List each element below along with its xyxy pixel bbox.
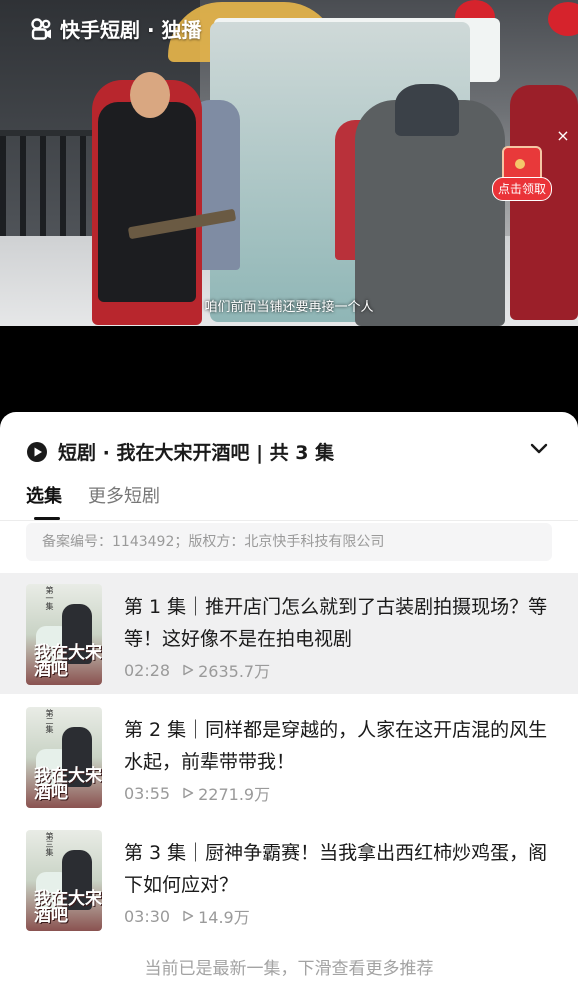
episode-title: 第 3 集｜厨神争霸赛！当我拿出西红柿炒鸡蛋，阁下如何应对？ [124,842,548,896]
episode-views: 2271.9万 [182,781,270,805]
episode-view-count: 14.9万 [198,908,250,927]
episode-item-3[interactable]: 第三集 我在大宋酒吧 第 3 集｜厨神争霸赛！当我拿出西红柿炒鸡蛋，阁下如何应对… [0,819,578,940]
episode-view-count: 2271.9万 [198,785,271,804]
episode-item-2[interactable]: 第二集 我在大宋酒吧 第 2 集｜同样都是穿越的，人家在这开店混的风生水起，前辈… [0,696,578,817]
episode-title: 第 1 集｜推开店门怎么就到了古装剧拍摄现场？等等！这好像不是在拍电视剧 [124,596,548,650]
episode-thumbnail: 第一集 我在大宋酒吧 [26,584,102,685]
end-of-list-tip: 当前已是最新一集，下滑查看更多推荐 [144,959,434,979]
app-logo-text: 快手短剧 · 独播 [60,18,202,42]
episode-meta: 03:55 2271.9万 [124,781,270,805]
video-figure [355,84,505,326]
play-count-icon [183,910,194,922]
tab-divider [0,520,578,521]
episode-thumbnail: 第二集 我在大宋酒吧 [26,707,102,808]
episode-item-1[interactable]: 第一集 我在大宋酒吧 第 1 集｜推开店门怎么就到了古装剧拍摄现场？等等！这好像… [0,573,578,694]
episode-duration: 02:28 [124,660,171,680]
video-player[interactable]: 快手短剧 · 独播 咱们前面当铺还要再接一个人 × 点击领取 [0,0,578,326]
series-title: 短剧 · 我在大宋开酒吧 | 共 3 集 [58,442,335,464]
copyright-notice: 备案编号：1143492；版权方：北京快手科技有限公司 [26,523,552,561]
sheet-header: 短剧 · 我在大宋开酒吧 | 共 3 集 [26,438,334,465]
thumbnail-title: 我在大宋酒吧 [34,643,102,680]
thumbnail-badge: 第一集 [45,586,54,610]
thumbnail-badge: 第二集 [45,709,54,733]
episode-sheet: 短剧 · 我在大宋开酒吧 | 共 3 集 选集 更多短剧 备案编号：114349… [0,412,578,982]
episode-view-count: 2635.7万 [198,662,271,681]
episode-duration: 03:30 [124,906,171,926]
play-count-icon [183,787,194,799]
lantern-decoration [548,2,578,36]
play-count-icon [183,664,194,676]
thumbnail-title: 我在大宋酒吧 [34,889,102,926]
thumbnail-badge: 第三集 [45,832,54,856]
episode-meta: 03:30 14.9万 [124,904,250,928]
app-logo: 快手短剧 · 独播 [30,14,202,43]
tab-episodes[interactable]: 选集 [26,482,62,520]
episode-duration: 03:55 [124,783,171,803]
tab-more-dramas[interactable]: 更多短剧 [88,482,160,508]
video-figure [510,85,578,320]
episode-title: 第 2 集｜同样都是穿越的，人家在这开店混的风生水起，前辈带带我！ [124,719,548,773]
video-subtitle: 咱们前面当铺还要再接一个人 [204,300,374,315]
kuaishou-logo-icon [31,17,51,40]
claim-button[interactable]: 点击领取 [492,177,552,201]
sheet-tabs: 选集 更多短剧 [26,482,160,520]
thumbnail-title: 我在大宋酒吧 [34,766,102,803]
chevron-down-icon[interactable] [528,440,550,458]
episode-thumbnail: 第三集 我在大宋酒吧 [26,830,102,931]
video-figure [92,72,202,325]
episode-views: 14.9万 [182,904,250,928]
episode-views: 2635.7万 [182,658,270,682]
episode-meta: 02:28 2635.7万 [124,658,270,682]
close-icon[interactable]: × [553,126,573,146]
drama-play-icon [27,441,47,462]
